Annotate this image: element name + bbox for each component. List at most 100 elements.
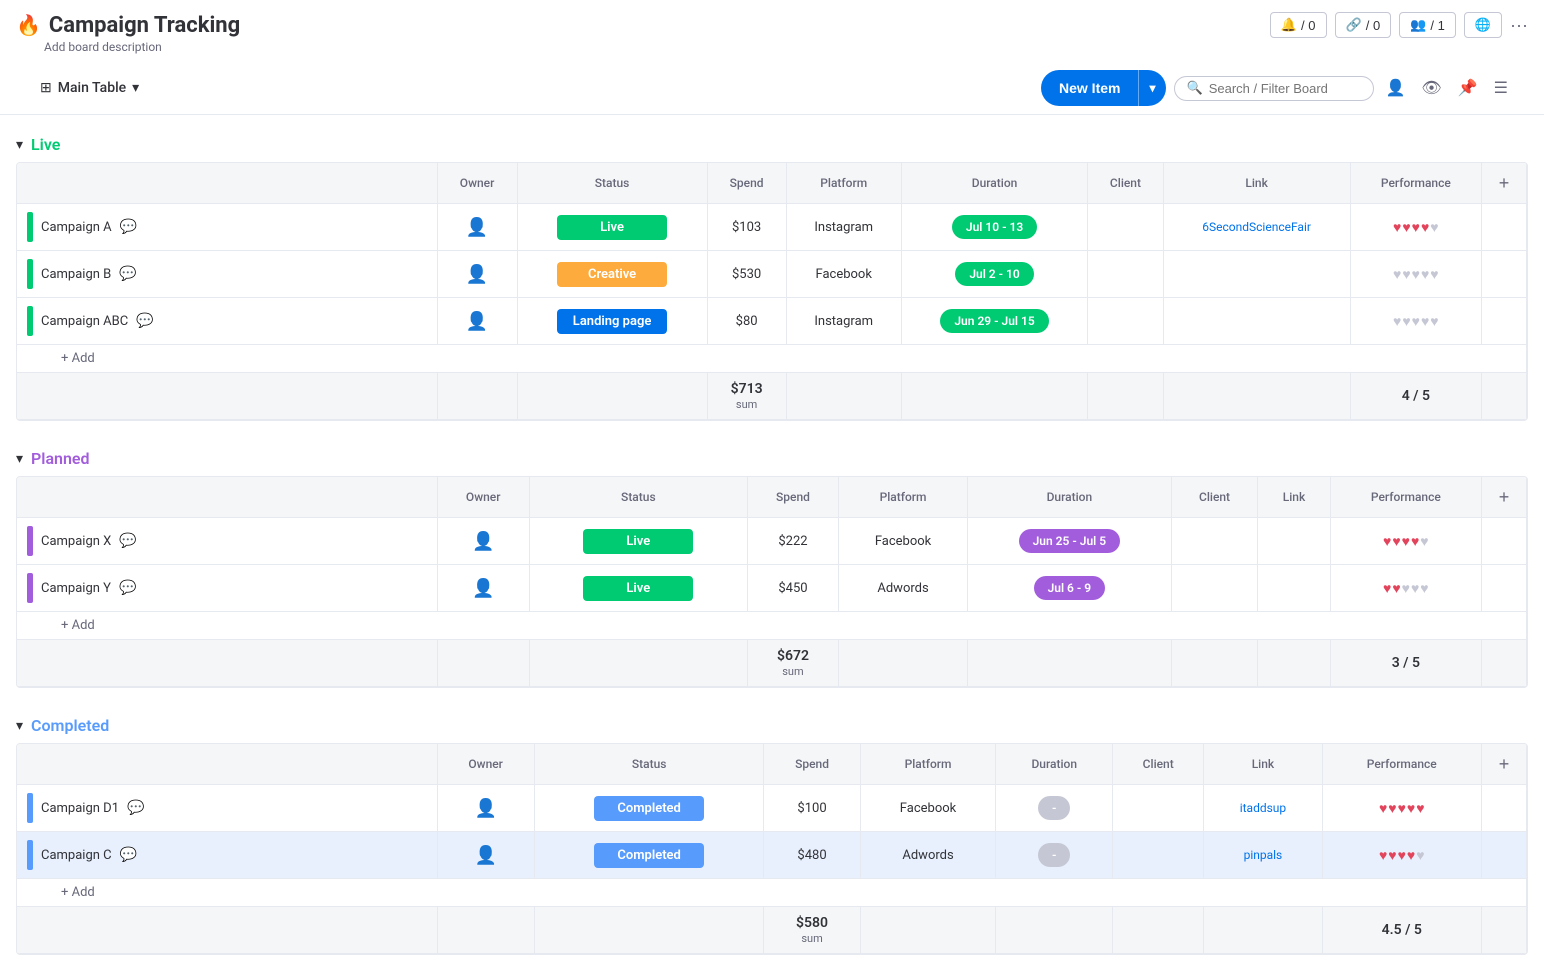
chat-icon[interactable]: 💬	[120, 847, 137, 863]
board-subtitle[interactable]: Add board description	[16, 40, 1528, 54]
group-live-chevron[interactable]: ▾	[16, 137, 23, 153]
duration-badge[interactable]: Jun 29 - Jul 15	[940, 309, 1048, 333]
owner-cell[interactable]: 👤	[437, 565, 529, 612]
chat-icon[interactable]: 💬	[120, 219, 137, 235]
new-item-arrow-icon[interactable]: ▾	[1139, 73, 1165, 103]
status-cell[interactable]: Completed	[534, 832, 764, 879]
duration-cell[interactable]: -	[996, 785, 1113, 832]
owner-cell[interactable]: 👤	[437, 785, 534, 832]
platform-cell[interactable]: Facebook	[839, 518, 968, 565]
campaign-name[interactable]: Campaign C	[41, 848, 112, 863]
client-cell[interactable]	[1088, 251, 1163, 298]
client-cell[interactable]	[1113, 832, 1204, 879]
platform-cell[interactable]: Instagram	[786, 204, 901, 251]
campaign-name[interactable]: Campaign D1	[41, 801, 119, 816]
platform-cell[interactable]: Facebook	[860, 785, 996, 832]
status-badge[interactable]: Live	[557, 215, 667, 240]
link-cell[interactable]	[1258, 518, 1330, 565]
link-cell[interactable]: itaddsup	[1204, 785, 1322, 832]
spend-cell[interactable]: $450	[747, 565, 838, 612]
link-cell[interactable]	[1163, 251, 1350, 298]
campaign-name[interactable]: Campaign X	[41, 534, 111, 549]
duration-badge[interactable]: Jul 2 - 10	[955, 262, 1033, 286]
add-col-completed-btn[interactable]: +	[1492, 752, 1516, 776]
status-badge[interactable]: Completed	[594, 843, 704, 868]
duration-badge[interactable]: -	[1038, 796, 1070, 820]
chat-icon[interactable]: 💬	[119, 533, 136, 549]
platform-cell[interactable]: Adwords	[860, 832, 996, 879]
add-item-btn[interactable]: + Add	[17, 612, 1527, 640]
new-item-btn[interactable]: New Item ▾	[1041, 70, 1166, 106]
add-row[interactable]: + Add	[17, 345, 1527, 373]
group-completed-chevron[interactable]: ▾	[16, 718, 23, 734]
status-cell[interactable]: Live	[517, 204, 707, 251]
members-btn[interactable]: 👥 / 1	[1399, 12, 1456, 38]
spend-cell[interactable]: $530	[707, 251, 786, 298]
add-item-btn[interactable]: + Add	[17, 879, 1527, 907]
status-cell[interactable]: Completed	[534, 785, 764, 832]
add-col-planned-btn[interactable]: +	[1492, 485, 1516, 509]
campaign-name[interactable]: Campaign B	[41, 267, 111, 282]
chat-icon[interactable]: 💬	[136, 313, 153, 329]
notifications-btn[interactable]: 🔔 / 0	[1270, 12, 1327, 38]
status-badge[interactable]: Live	[583, 529, 693, 554]
client-cell[interactable]	[1088, 204, 1163, 251]
link-anchor[interactable]: pinpals	[1244, 848, 1283, 862]
eye-btn[interactable]: 👁	[1417, 74, 1445, 102]
duration-cell[interactable]: Jun 29 - Jul 15	[901, 298, 1088, 345]
owner-cell[interactable]: 👤	[437, 204, 517, 251]
link-cell[interactable]	[1258, 565, 1330, 612]
spend-cell[interactable]: $100	[764, 785, 860, 832]
more-options-btn[interactable]: ···	[1510, 15, 1528, 36]
owner-cell[interactable]: 👤	[437, 518, 529, 565]
link-cell[interactable]: 6SecondScienceFair	[1163, 204, 1350, 251]
chat-icon[interactable]: 💬	[119, 580, 136, 596]
status-badge[interactable]: Landing page	[557, 309, 668, 334]
status-cell[interactable]: Live	[529, 518, 747, 565]
platform-cell[interactable]: Instagram	[786, 298, 901, 345]
add-row[interactable]: + Add	[17, 612, 1527, 640]
invite-btn[interactable]: 🔗 / 0	[1335, 12, 1392, 38]
campaign-name[interactable]: Campaign Y	[41, 581, 111, 596]
link-anchor[interactable]: 6SecondScienceFair	[1202, 220, 1311, 234]
owner-cell[interactable]: 👤	[437, 251, 517, 298]
campaign-name[interactable]: Campaign A	[41, 220, 112, 235]
pin-btn[interactable]: 📌	[1454, 74, 1482, 102]
status-cell[interactable]: Landing page	[517, 298, 707, 345]
client-cell[interactable]	[1088, 298, 1163, 345]
add-row[interactable]: + Add	[17, 879, 1527, 907]
client-cell[interactable]	[1171, 565, 1258, 612]
platform-cell[interactable]: Adwords	[839, 565, 968, 612]
duration-badge[interactable]: Jul 10 - 13	[952, 215, 1037, 239]
owner-cell[interactable]: 👤	[437, 832, 534, 879]
spend-cell[interactable]: $103	[707, 204, 786, 251]
status-badge[interactable]: Completed	[594, 796, 704, 821]
spend-cell[interactable]: $222	[747, 518, 838, 565]
duration-badge[interactable]: Jun 25 - Jul 5	[1019, 529, 1120, 553]
status-cell[interactable]: Creative	[517, 251, 707, 298]
client-cell[interactable]	[1113, 785, 1204, 832]
status-badge[interactable]: Live	[583, 576, 693, 601]
duration-badge[interactable]: Jul 6 - 9	[1034, 576, 1106, 600]
owner-cell[interactable]: 👤	[437, 298, 517, 345]
add-col-live-btn[interactable]: +	[1492, 171, 1516, 195]
search-input[interactable]	[1209, 81, 1361, 96]
group-planned-chevron[interactable]: ▾	[16, 451, 23, 467]
status-badge[interactable]: Creative	[557, 262, 667, 287]
client-cell[interactable]	[1171, 518, 1258, 565]
duration-cell[interactable]: -	[996, 832, 1113, 879]
status-cell[interactable]: Live	[529, 565, 747, 612]
duration-cell[interactable]: Jul 6 - 9	[967, 565, 1171, 612]
chat-icon[interactable]: 💬	[119, 266, 136, 282]
group-planned-title[interactable]: Planned	[31, 449, 90, 468]
duration-badge[interactable]: -	[1038, 843, 1070, 867]
chat-icon[interactable]: 💬	[127, 800, 144, 816]
spend-cell[interactable]: $480	[764, 832, 860, 879]
group-live-title[interactable]: Live	[31, 135, 60, 154]
duration-cell[interactable]: Jul 10 - 13	[901, 204, 1088, 251]
duration-cell[interactable]: Jul 2 - 10	[901, 251, 1088, 298]
link-anchor[interactable]: itaddsup	[1240, 801, 1286, 815]
platform-cell[interactable]: Facebook	[786, 251, 901, 298]
group-completed-title[interactable]: Completed	[31, 716, 109, 735]
duration-cell[interactable]: Jun 25 - Jul 5	[967, 518, 1171, 565]
